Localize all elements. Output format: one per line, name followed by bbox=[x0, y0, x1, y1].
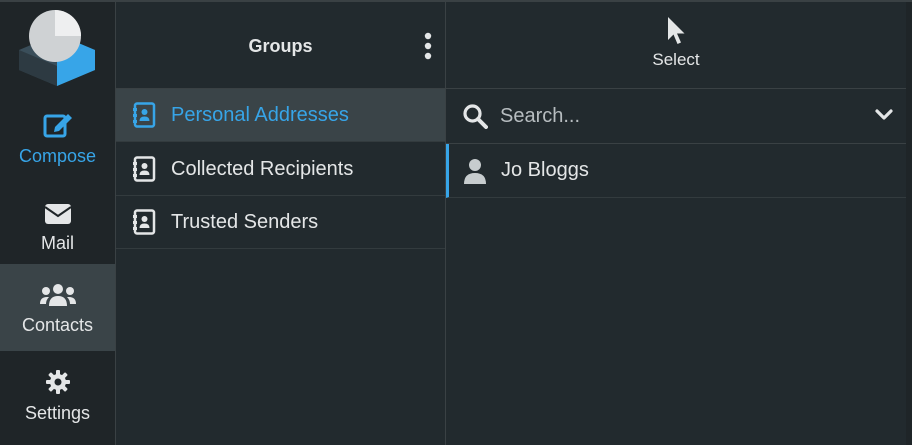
group-label: Collected Recipients bbox=[171, 157, 354, 180]
search-input[interactable] bbox=[498, 103, 862, 129]
group-item-personal-addresses[interactable]: Personal Addresses bbox=[116, 89, 445, 142]
groups-header: Groups bbox=[116, 2, 445, 89]
logo bbox=[17, 8, 97, 88]
kebab-menu-icon[interactable] bbox=[424, 32, 432, 60]
cursor-pointer-icon bbox=[666, 16, 686, 50]
user-icon bbox=[463, 158, 487, 184]
nav-label-mail: Mail bbox=[40, 232, 74, 253]
group-label: Personal Addresses bbox=[171, 103, 349, 126]
nav-item-mail[interactable]: Mail bbox=[0, 182, 115, 268]
users-icon bbox=[39, 279, 76, 307]
nav-item-compose[interactable]: Compose bbox=[0, 95, 115, 181]
nav-label-contacts: Contacts bbox=[21, 315, 94, 335]
right-edge bbox=[906, 2, 912, 445]
address-book-icon bbox=[133, 156, 157, 182]
nav-label-compose: Compose bbox=[18, 145, 97, 166]
nav-label-settings: Settings bbox=[24, 402, 91, 423]
nav-item-contacts[interactable]: Contacts bbox=[0, 264, 115, 351]
group-item-collected-recipients[interactable]: Collected Recipients bbox=[116, 143, 445, 196]
main-nav: Compose Mail Contacts Settings bbox=[0, 2, 116, 445]
address-book-icon bbox=[133, 102, 157, 128]
contact-row[interactable]: Jo Bloggs bbox=[446, 144, 906, 198]
groups-panel: Groups Personal Addresses Collected Reci… bbox=[116, 2, 446, 445]
group-label: Trusted Senders bbox=[171, 210, 319, 233]
contacts-list-panel: Select Search... Jo Bloggs bbox=[446, 2, 907, 445]
search-icon[interactable] bbox=[462, 103, 488, 129]
compose-icon bbox=[43, 110, 73, 138]
contact-name: Jo Bloggs bbox=[501, 159, 589, 181]
nav-item-settings[interactable]: Settings bbox=[0, 352, 115, 438]
app-window: Compose Mail Contacts Settings Groups Pe… bbox=[0, 0, 912, 445]
select-label: Select bbox=[652, 50, 700, 69]
list-header: Select bbox=[446, 2, 906, 89]
envelope-icon bbox=[43, 197, 72, 225]
groups-title: Groups bbox=[248, 36, 313, 56]
search-bar bbox=[446, 89, 906, 144]
select-button[interactable]: Select bbox=[636, 16, 716, 76]
chevron-down-icon[interactable] bbox=[875, 108, 893, 122]
gear-icon bbox=[45, 367, 71, 395]
group-item-trusted-senders[interactable]: Trusted Senders bbox=[116, 196, 445, 249]
address-book-icon bbox=[133, 209, 157, 235]
